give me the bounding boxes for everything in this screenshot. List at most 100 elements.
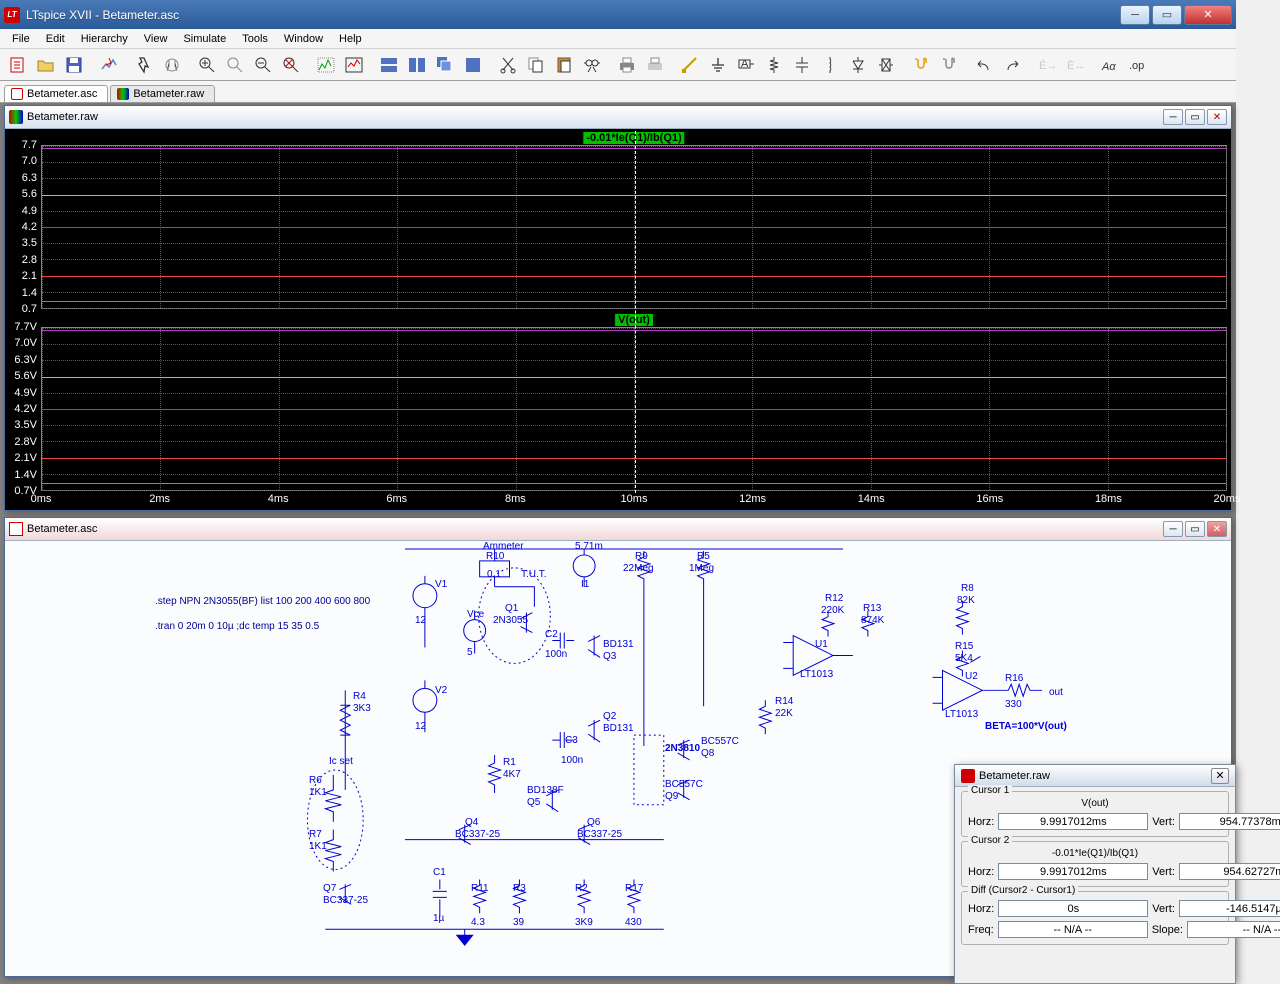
child-minimize-button[interactable]: ─ bbox=[1163, 109, 1183, 125]
menu-window[interactable]: Window bbox=[276, 31, 331, 47]
draw-wire-button[interactable] bbox=[676, 52, 703, 78]
print-setup-button[interactable] bbox=[641, 52, 668, 78]
svg-text:Aα: Aα bbox=[1101, 61, 1116, 73]
zoom-in-button[interactable] bbox=[193, 52, 220, 78]
close-button[interactable]: ✕ bbox=[1184, 5, 1232, 25]
autorange-button[interactable] bbox=[312, 52, 339, 78]
component-button[interactable] bbox=[872, 52, 899, 78]
run-button[interactable] bbox=[130, 52, 157, 78]
svg-text:.op: .op bbox=[1129, 60, 1144, 72]
window-title: LTspice XVII - Betameter.asc bbox=[26, 8, 1118, 22]
spice-directive-button[interactable]: .op bbox=[1124, 52, 1151, 78]
label-net-button[interactable]: A bbox=[732, 52, 759, 78]
tile-windows-button[interactable] bbox=[375, 52, 402, 78]
cursor-1-group: Cursor 1 V(out) Horz: Vert: bbox=[961, 791, 1229, 837]
print-button[interactable] bbox=[613, 52, 640, 78]
resistor-button[interactable] bbox=[760, 52, 787, 78]
cursor-2-trace: -0.01*Ie(Q1)/Ib(Q1) bbox=[968, 848, 1222, 859]
menu-simulate[interactable]: Simulate bbox=[175, 31, 234, 47]
control-panel-button[interactable] bbox=[95, 52, 122, 78]
diode-button[interactable] bbox=[844, 52, 871, 78]
menu-tools[interactable]: Tools bbox=[234, 31, 276, 47]
child-maximize-button[interactable]: ▭ bbox=[1185, 109, 1205, 125]
undo-button[interactable] bbox=[970, 52, 997, 78]
document-tabs: Betameter.asc Betameter.raw bbox=[0, 81, 1236, 103]
redo-button[interactable] bbox=[998, 52, 1025, 78]
diff-vert-input[interactable] bbox=[1179, 900, 1280, 917]
child-maximize-button[interactable]: ▭ bbox=[1185, 521, 1205, 537]
waveform-icon bbox=[9, 110, 23, 124]
capacitor-button[interactable] bbox=[788, 52, 815, 78]
pick-visible-traces-button[interactable] bbox=[340, 52, 367, 78]
cursor-1-vert-input[interactable] bbox=[1179, 813, 1280, 830]
menu-edit[interactable]: Edit bbox=[38, 31, 73, 47]
cursor-panel-close-button[interactable]: ✕ bbox=[1211, 768, 1229, 784]
move-button[interactable] bbox=[907, 52, 934, 78]
toolbar: A É→ Ē↔ Aα .op bbox=[0, 49, 1236, 81]
tab-label: Betameter.asc bbox=[27, 88, 97, 100]
cascade-button[interactable] bbox=[431, 52, 458, 78]
app-icon: LT bbox=[4, 7, 20, 23]
child-minimize-button[interactable]: ─ bbox=[1163, 521, 1183, 537]
spice-step-directive[interactable]: .step NPN 2N3055(BF) list 100 200 400 60… bbox=[155, 596, 370, 607]
trace-label-2[interactable]: V(out) bbox=[614, 313, 654, 327]
waveform-viewer[interactable]: 7.77.06.35.64.94.23.52.82.11.40.7 -0.01*… bbox=[5, 129, 1231, 510]
menu-view[interactable]: View bbox=[136, 31, 176, 47]
paste-button[interactable] bbox=[550, 52, 577, 78]
copy-button[interactable] bbox=[522, 52, 549, 78]
diff-freq-input[interactable] bbox=[998, 921, 1148, 938]
waveform-icon bbox=[117, 88, 129, 100]
diff-horz-input[interactable] bbox=[998, 900, 1148, 917]
cursor-diff-group: Diff (Cursor2 - Cursor1) Horz: Vert: Fre… bbox=[961, 891, 1229, 945]
tab-schematic[interactable]: Betameter.asc bbox=[4, 85, 108, 102]
close-all-button[interactable] bbox=[459, 52, 486, 78]
schematic-window-title: Betameter.asc bbox=[27, 523, 1163, 535]
mdi-area: Betameter.raw ─ ▭ ✕ 7.77.06.35.64.94.23.… bbox=[0, 103, 1236, 984]
pan-button[interactable] bbox=[221, 52, 248, 78]
menu-bar: File Edit Hierarchy View Simulate Tools … bbox=[0, 29, 1236, 49]
diff-slope-input[interactable] bbox=[1187, 921, 1280, 938]
maximize-button[interactable]: ▭ bbox=[1152, 5, 1182, 25]
waveform-window: Betameter.raw ─ ▭ ✕ 7.77.06.35.64.94.23.… bbox=[4, 105, 1232, 511]
tab-label: Betameter.raw bbox=[133, 88, 204, 100]
cursor-1-horz-input[interactable] bbox=[998, 813, 1148, 830]
schematic-icon bbox=[11, 88, 23, 100]
find-button[interactable] bbox=[578, 52, 605, 78]
svg-text:Ē↔: Ē↔ bbox=[1067, 60, 1085, 72]
menu-help[interactable]: Help bbox=[331, 31, 370, 47]
tile-vert-button[interactable] bbox=[403, 52, 430, 78]
menu-hierarchy[interactable]: Hierarchy bbox=[73, 31, 136, 47]
cursor-panel[interactable]: Betameter.raw ✕ Cursor 1 V(out) Horz: Ve… bbox=[954, 764, 1236, 984]
trace-label-1[interactable]: -0.01*Ie(Q1)/Ib(Q1) bbox=[582, 131, 685, 145]
cursor-2-vert-input[interactable] bbox=[1179, 863, 1280, 880]
svg-text:A: A bbox=[741, 58, 749, 70]
window-titlebar: LT LTspice XVII - Betameter.asc ─ ▭ ✕ bbox=[0, 0, 1236, 29]
waveform-window-title: Betameter.raw bbox=[27, 111, 1163, 123]
app-icon bbox=[961, 769, 975, 783]
spice-tran-directive[interactable]: .tran 0 20m 0 10µ ;dc temp 15 35 0.5 bbox=[155, 621, 319, 632]
child-close-button[interactable]: ✕ bbox=[1207, 521, 1227, 537]
halt-button[interactable] bbox=[158, 52, 185, 78]
cursor-line[interactable] bbox=[635, 131, 636, 493]
save-button[interactable] bbox=[60, 52, 87, 78]
open-button[interactable] bbox=[32, 52, 59, 78]
svg-text:É→: É→ bbox=[1039, 59, 1057, 72]
new-schematic-button[interactable] bbox=[4, 52, 31, 78]
cursor-2-group: Cursor 2 -0.01*Ie(Q1)/Ib(Q1) Horz: Vert: bbox=[961, 841, 1229, 887]
inductor-button[interactable] bbox=[816, 52, 843, 78]
mirror-button[interactable]: Ē↔ bbox=[1061, 52, 1088, 78]
drag-button[interactable] bbox=[935, 52, 962, 78]
cursor-1-trace: V(out) bbox=[968, 798, 1222, 809]
child-close-button[interactable]: ✕ bbox=[1207, 109, 1227, 125]
cut-button[interactable] bbox=[494, 52, 521, 78]
text-button[interactable]: Aα bbox=[1096, 52, 1123, 78]
rotate-button[interactable]: É→ bbox=[1033, 52, 1060, 78]
menu-file[interactable]: File bbox=[4, 31, 38, 47]
zoom-fit-button[interactable] bbox=[277, 52, 304, 78]
zoom-out-button[interactable] bbox=[249, 52, 276, 78]
schematic-icon bbox=[9, 522, 23, 536]
minimize-button[interactable]: ─ bbox=[1120, 5, 1150, 25]
tab-waveform[interactable]: Betameter.raw bbox=[110, 85, 215, 102]
cursor-2-horz-input[interactable] bbox=[998, 863, 1148, 880]
ground-button[interactable] bbox=[704, 52, 731, 78]
